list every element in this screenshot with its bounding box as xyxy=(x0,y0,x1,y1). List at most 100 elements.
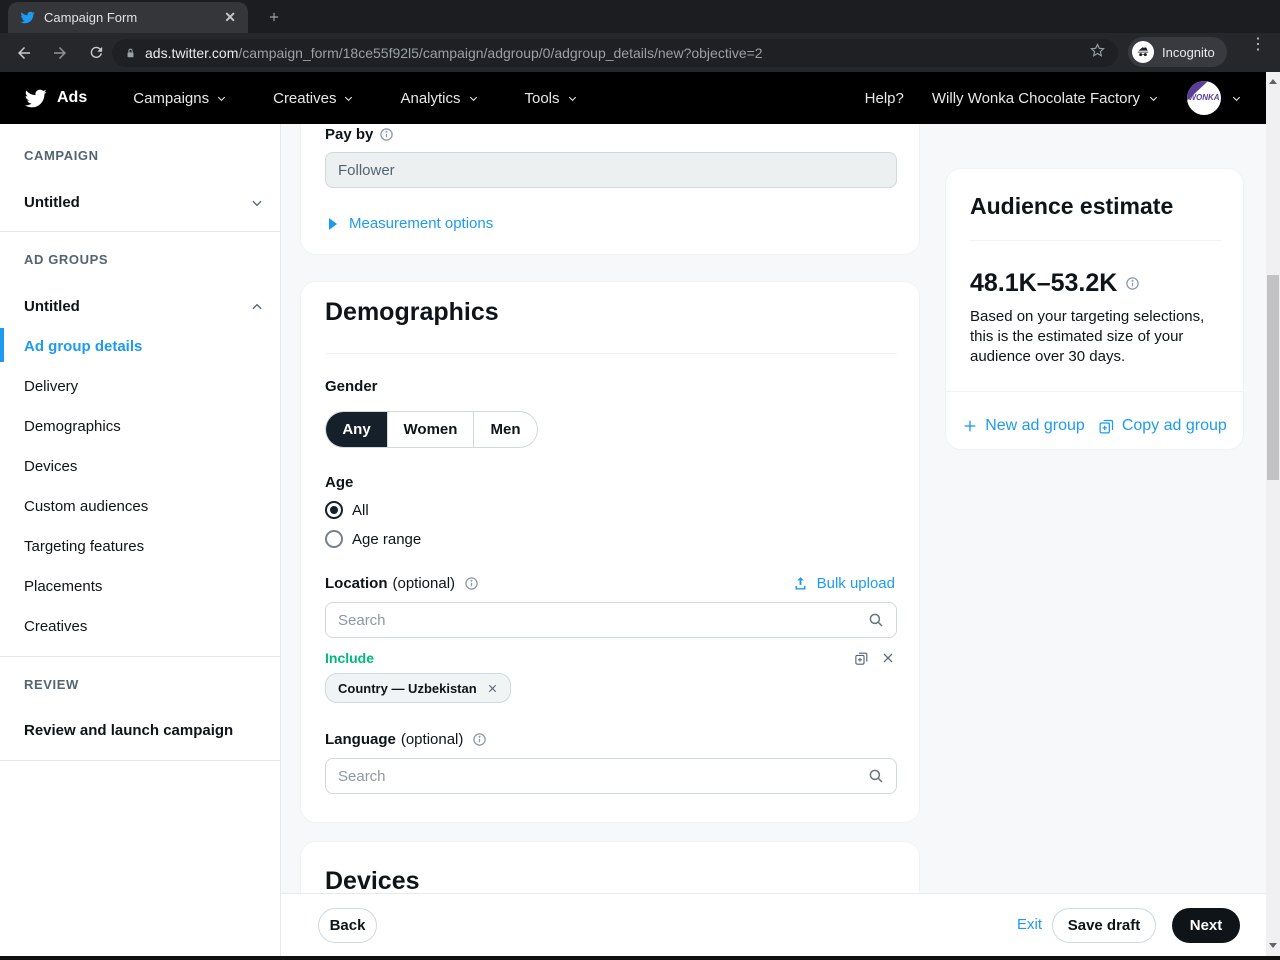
chevron-up-icon[interactable] xyxy=(250,300,264,319)
twitter-favicon-icon xyxy=(20,10,35,25)
copy-icon xyxy=(1098,418,1115,435)
ads-brand-label: Ads xyxy=(57,89,87,107)
sidebar-item-campaign-untitled[interactable]: Untitled xyxy=(24,194,80,211)
payby-select[interactable]: Follower xyxy=(325,152,897,188)
copy-ad-group-link[interactable]: Copy ad group xyxy=(1098,417,1227,435)
profile-menu[interactable]: WONKA xyxy=(1187,81,1242,115)
sidebar-item-adgroup-untitled[interactable]: Untitled xyxy=(24,298,80,315)
sidebar-section-adgroups: AD GROUPS xyxy=(24,252,108,267)
clear-selection-icon[interactable] xyxy=(881,651,895,670)
nav-item-analytics[interactable]: Analytics xyxy=(400,90,478,107)
avatar: WONKA xyxy=(1187,81,1221,115)
divider xyxy=(0,760,281,761)
sidebar-item-devices[interactable]: Devices xyxy=(24,458,77,475)
audience-estimate-value: 48.1K–53.2K xyxy=(970,269,1117,298)
divider xyxy=(325,353,897,354)
payby-label: Pay by xyxy=(325,126,373,143)
chevron-down-icon xyxy=(1148,93,1159,104)
info-icon[interactable] xyxy=(379,127,394,142)
upload-icon xyxy=(792,575,809,592)
sidebar-item-delivery[interactable]: Delivery xyxy=(24,378,78,395)
expand-triangle-icon xyxy=(329,218,337,230)
sidebar-item-demographics[interactable]: Demographics xyxy=(24,418,121,435)
measurement-options-label: Measurement options xyxy=(349,215,493,232)
reload-icon[interactable] xyxy=(84,41,108,65)
copy-selection-icon[interactable] xyxy=(854,651,869,671)
scrollbar-thumb[interactable] xyxy=(1267,275,1279,480)
gender-option-women[interactable]: Women xyxy=(387,412,473,447)
ads-brand[interactable]: Ads xyxy=(24,87,87,110)
url-path: /campaign_form/18ce55f92l5/campaign/adgr… xyxy=(238,45,762,61)
divider xyxy=(970,240,1221,241)
age-range-radio[interactable]: Age range xyxy=(325,530,421,548)
bulk-upload-label: Bulk upload xyxy=(817,575,895,592)
url-bar[interactable]: ads.twitter.com/campaign_form/18ce55f92l… xyxy=(112,39,1118,67)
location-chip-label: Country — Uzbekistan xyxy=(338,681,477,696)
radio-unselected-icon xyxy=(325,530,343,548)
chip-remove-icon[interactable] xyxy=(487,683,498,694)
back-button[interactable]: Back xyxy=(318,908,377,943)
info-icon[interactable] xyxy=(1125,276,1140,291)
save-draft-button[interactable]: Save draft xyxy=(1052,908,1156,943)
chevron-down-icon xyxy=(567,93,578,104)
help-link[interactable]: Help? xyxy=(865,90,904,107)
next-button[interactable]: Next xyxy=(1172,908,1240,943)
age-label: Age xyxy=(325,474,353,491)
scroll-up-icon[interactable] xyxy=(1266,74,1280,88)
scroll-down-icon[interactable] xyxy=(1266,938,1280,952)
tab-title: Campaign Form xyxy=(44,10,224,25)
gender-option-any[interactable]: Any xyxy=(326,412,387,447)
chevron-down-icon xyxy=(216,93,227,104)
audience-description: Based on your targeting selections, this… xyxy=(970,307,1222,367)
location-search-input[interactable] xyxy=(325,602,897,638)
chevron-down-icon xyxy=(468,93,479,104)
include-label: Include xyxy=(325,650,374,666)
browser-tab[interactable]: Campaign Form ✕ xyxy=(8,2,248,33)
active-indicator xyxy=(0,328,4,362)
devices-title: Devices xyxy=(325,867,420,896)
age-all-label: All xyxy=(352,502,369,519)
payby-card: Pay by Follower Measurement options xyxy=(300,124,920,255)
language-search-input[interactable] xyxy=(325,758,897,794)
sidebar-item-ad-group-details[interactable]: Ad group details xyxy=(24,338,142,355)
gender-segmented-control: Any Women Men xyxy=(325,411,538,448)
chevron-down-icon[interactable] xyxy=(250,196,264,215)
search-icon xyxy=(867,767,885,790)
language-optional: (optional) xyxy=(401,731,464,748)
tab-close-icon[interactable]: ✕ xyxy=(224,9,236,26)
new-ad-group-link[interactable]: New ad group xyxy=(962,417,1085,435)
info-icon[interactable] xyxy=(472,732,487,747)
radio-selected-icon xyxy=(325,501,343,519)
sidebar-item-placements[interactable]: Placements xyxy=(24,578,102,595)
sidebar-item-custom-audiences[interactable]: Custom audiences xyxy=(24,498,148,515)
info-icon[interactable] xyxy=(464,576,479,591)
nav-item-creatives[interactable]: Creatives xyxy=(273,90,354,107)
nav-menu: Campaigns Creatives Analytics Tools xyxy=(133,90,577,107)
forward-nav-icon[interactable] xyxy=(48,41,72,65)
nav-item-tools[interactable]: Tools xyxy=(525,90,578,107)
browser-menu-icon[interactable]: ⋮ xyxy=(1250,41,1266,48)
measurement-options-toggle[interactable]: Measurement options xyxy=(329,215,493,232)
account-menu[interactable]: Willy Wonka Chocolate Factory xyxy=(932,90,1159,107)
exit-link[interactable]: Exit xyxy=(1017,916,1042,933)
page-scrollbar[interactable] xyxy=(1266,72,1280,956)
age-all-radio[interactable]: All xyxy=(325,501,369,519)
browser-toolbar: ads.twitter.com/campaign_form/18ce55f92l… xyxy=(0,33,1280,72)
back-nav-icon[interactable] xyxy=(12,41,36,65)
new-tab-button[interactable] xyxy=(262,5,286,29)
twitter-logo-icon xyxy=(24,87,47,110)
account-name: Willy Wonka Chocolate Factory xyxy=(932,90,1140,107)
sidebar-item-review-launch[interactable]: Review and launch campaign xyxy=(24,722,233,739)
sidebar-item-creatives[interactable]: Creatives xyxy=(24,618,87,635)
nav-item-campaigns[interactable]: Campaigns xyxy=(133,90,227,107)
bookmark-star-icon[interactable] xyxy=(1089,42,1106,64)
ads-navbar: Ads Campaigns Creatives Analytics Tools … xyxy=(0,72,1266,124)
window-bottom-edge xyxy=(0,956,1280,960)
bulk-upload-link[interactable]: Bulk upload xyxy=(792,575,895,592)
divider xyxy=(0,231,281,232)
audience-title: Audience estimate xyxy=(970,193,1173,220)
divider xyxy=(0,656,281,657)
sidebar-item-targeting-features[interactable]: Targeting features xyxy=(24,538,144,555)
location-label: Location xyxy=(325,575,388,592)
gender-option-men[interactable]: Men xyxy=(473,412,537,447)
